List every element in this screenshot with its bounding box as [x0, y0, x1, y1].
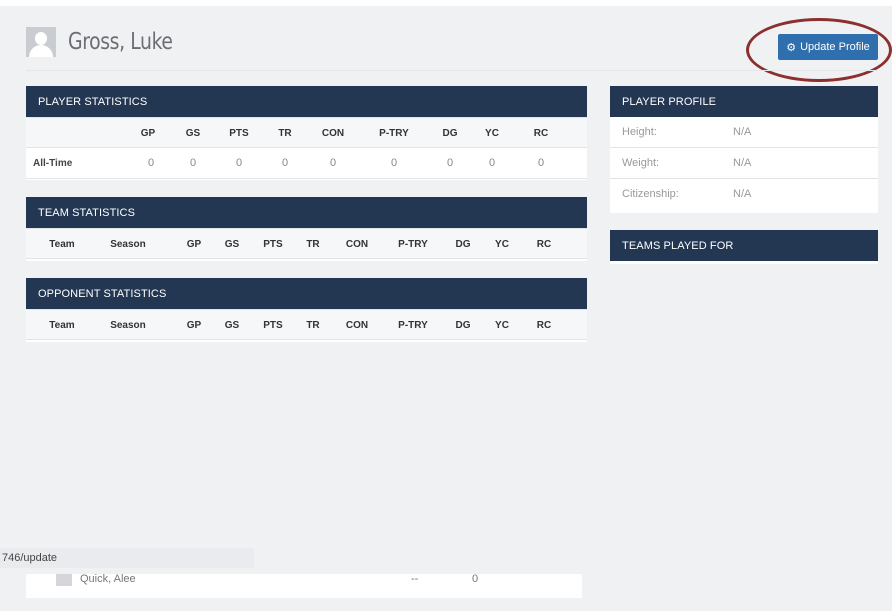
- column-header[interactable]: GP: [177, 229, 211, 260]
- profile-value: N/A: [733, 126, 752, 138]
- opponent-statistics-panel: OPPONENT STATISTICS Team Season GP GS PT…: [26, 278, 587, 342]
- column-header[interactable]: DG: [446, 310, 480, 341]
- column-header[interactable]: PTS: [256, 310, 290, 341]
- table-cell: 0: [446, 157, 454, 169]
- profile-label: Weight:: [622, 157, 660, 169]
- column-header[interactable]: P-TRY: [374, 118, 414, 149]
- header-divider: [26, 70, 878, 71]
- table-cell: 0: [488, 157, 496, 169]
- column-header[interactable]: GP: [177, 310, 211, 341]
- page-title: Gross, Luke: [68, 29, 173, 55]
- column-header[interactable]: RC: [527, 229, 561, 260]
- column-header[interactable]: YC: [485, 229, 519, 260]
- column-header[interactable]: YC: [475, 118, 509, 149]
- column-header[interactable]: YC: [485, 310, 519, 341]
- player-header: Gross, Luke: [26, 24, 196, 60]
- opponent-statistics-title: OPPONENT STATISTICS: [26, 278, 587, 309]
- list-item-value: 0: [472, 573, 479, 585]
- column-header[interactable]: TR: [296, 229, 330, 260]
- team-statistics-header-row: Team Season GP GS PTS TR CON P-TRY DG YC…: [26, 228, 587, 259]
- column-header[interactable]: Team: [42, 310, 82, 341]
- column-header[interactable]: RC: [524, 118, 558, 149]
- column-header[interactable]: GS: [215, 229, 249, 260]
- table-cell: 0: [235, 157, 243, 169]
- table-cell: 0: [147, 157, 155, 169]
- team-statistics-title: TEAM STATISTICS: [26, 197, 587, 228]
- column-header[interactable]: CON: [340, 310, 374, 341]
- table-row: All-Time 0 0 0 0 0 0 0 0 0: [26, 148, 587, 179]
- column-header[interactable]: GS: [215, 310, 249, 341]
- table-cell: 0: [189, 157, 197, 169]
- column-header[interactable]: DG: [433, 118, 467, 149]
- profile-row-weight: Weight: N/A: [610, 148, 878, 179]
- table-cell: 0: [281, 157, 289, 169]
- profile-label: Height:: [622, 126, 657, 138]
- profile-label: Citizenship:: [622, 188, 679, 200]
- column-header[interactable]: P-TRY: [393, 229, 433, 260]
- table-cell: 0: [390, 157, 398, 169]
- highlight-annotation: [746, 18, 892, 82]
- column-header[interactable]: CON: [340, 229, 374, 260]
- profile-row-citizenship: Citizenship: N/A: [610, 179, 878, 210]
- column-header[interactable]: PTS: [222, 118, 256, 149]
- list-item[interactable]: Quick, Alee -- 0: [26, 574, 582, 598]
- column-header[interactable]: DG: [446, 229, 480, 260]
- table-cell: 0: [537, 157, 545, 169]
- column-header[interactable]: TR: [296, 310, 330, 341]
- list-item-name: Quick, Alee: [80, 573, 136, 585]
- column-header[interactable]: Season: [106, 310, 150, 341]
- column-header[interactable]: CON: [316, 118, 350, 149]
- column-header[interactable]: PTS: [256, 229, 290, 260]
- avatar: [56, 574, 72, 586]
- column-header[interactable]: P-TRY: [393, 310, 433, 341]
- table-cell: 0: [329, 157, 337, 169]
- column-header[interactable]: Season: [106, 229, 150, 260]
- browser-status-bar: 746/update: [0, 548, 254, 568]
- column-header[interactable]: GP: [131, 118, 165, 149]
- profile-value: N/A: [733, 157, 752, 169]
- row-label: All-Time: [33, 158, 73, 169]
- column-header[interactable]: Team: [42, 229, 82, 260]
- team-statistics-panel: TEAM STATISTICS Team Season GP GS PTS TR…: [26, 197, 587, 261]
- opponent-statistics-header-row: Team Season GP GS PTS TR CON P-TRY DG YC…: [26, 309, 587, 340]
- teams-played-for-panel: TEAMS PLAYED FOR: [610, 230, 878, 264]
- player-profile-title: PLAYER PROFILE: [610, 86, 878, 117]
- page-background: Gross, Luke ⚙ Update Profile PLAYER STAT…: [0, 6, 892, 611]
- list-item-value: --: [411, 573, 419, 585]
- player-statistics-header-row: GP GS PTS TR CON P-TRY DG YC RC: [26, 117, 587, 148]
- player-statistics-title: PLAYER STATISTICS: [26, 86, 587, 117]
- player-profile-panel: PLAYER PROFILE Height: N/A Weight: N/A C…: [610, 86, 878, 213]
- player-statistics-panel: PLAYER STATISTICS GP GS PTS TR CON P-TRY…: [26, 86, 587, 180]
- column-header[interactable]: TR: [268, 118, 302, 149]
- profile-row-height: Height: N/A: [610, 117, 878, 148]
- column-header[interactable]: GS: [176, 118, 210, 149]
- teams-played-for-title: TEAMS PLAYED FOR: [610, 230, 878, 261]
- profile-value: N/A: [733, 188, 752, 200]
- column-header[interactable]: RC: [527, 310, 561, 341]
- avatar: [26, 27, 56, 57]
